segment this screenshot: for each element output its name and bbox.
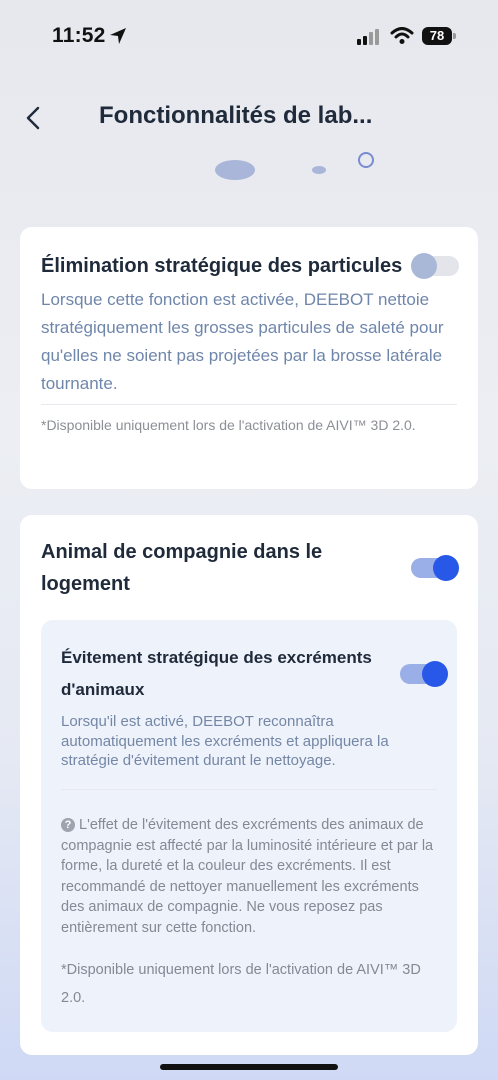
toggle-knob: [411, 253, 437, 279]
page-title: Fonctionnalités de lab...: [99, 102, 373, 129]
divider: [61, 789, 437, 790]
pet-poop-avoidance-title: Évitement stratégique des excréments d'a…: [61, 648, 372, 699]
help-icon: ?: [61, 818, 75, 832]
illustration-ring: [358, 152, 374, 168]
illustration-shape: [312, 166, 326, 174]
pet-toggle[interactable]: [411, 555, 459, 581]
particle-elimination-description: Lorsque cette fonction est activée, DEEB…: [41, 290, 444, 393]
home-indicator: [160, 1064, 338, 1070]
pet-poop-avoidance-info-text: L'effet de l'évitement des excréments de…: [61, 817, 434, 936]
wifi-icon: [390, 27, 414, 44]
cellular-signal-icon: [357, 29, 379, 45]
divider: [41, 404, 457, 405]
battery-tip: [453, 33, 456, 39]
location-arrow-icon: [110, 28, 126, 44]
particle-elimination-title: Élimination stratégique des particules: [41, 255, 403, 277]
pet-poop-avoidance-toggle[interactable]: [400, 661, 448, 687]
toggle-knob: [433, 555, 459, 581]
toggle-knob: [422, 661, 448, 687]
pet-title: Animal de compagnie dans le logement: [41, 541, 323, 595]
particle-elimination-note: *Disponible uniquement lors de l'activat…: [41, 417, 416, 433]
illustration-shape: [215, 160, 255, 180]
battery-icon: 78: [422, 27, 452, 45]
pet-poop-avoidance-note: *Disponible uniquement lors de l'activat…: [61, 962, 421, 1006]
pet-poop-avoidance-description: Lorsqu'il est activé, DEEBOT reconnaîtra…: [61, 713, 389, 769]
particle-elimination-toggle[interactable]: [411, 253, 459, 279]
status-bar: 11:52 78: [0, 0, 498, 72]
back-chevron-icon[interactable]: [22, 104, 44, 132]
pet-poop-avoidance-info: ? L'effet de l'évitement des excréments d…: [61, 815, 441, 938]
status-time: 11:52: [52, 24, 106, 47]
battery-level: 78: [429, 28, 445, 43]
